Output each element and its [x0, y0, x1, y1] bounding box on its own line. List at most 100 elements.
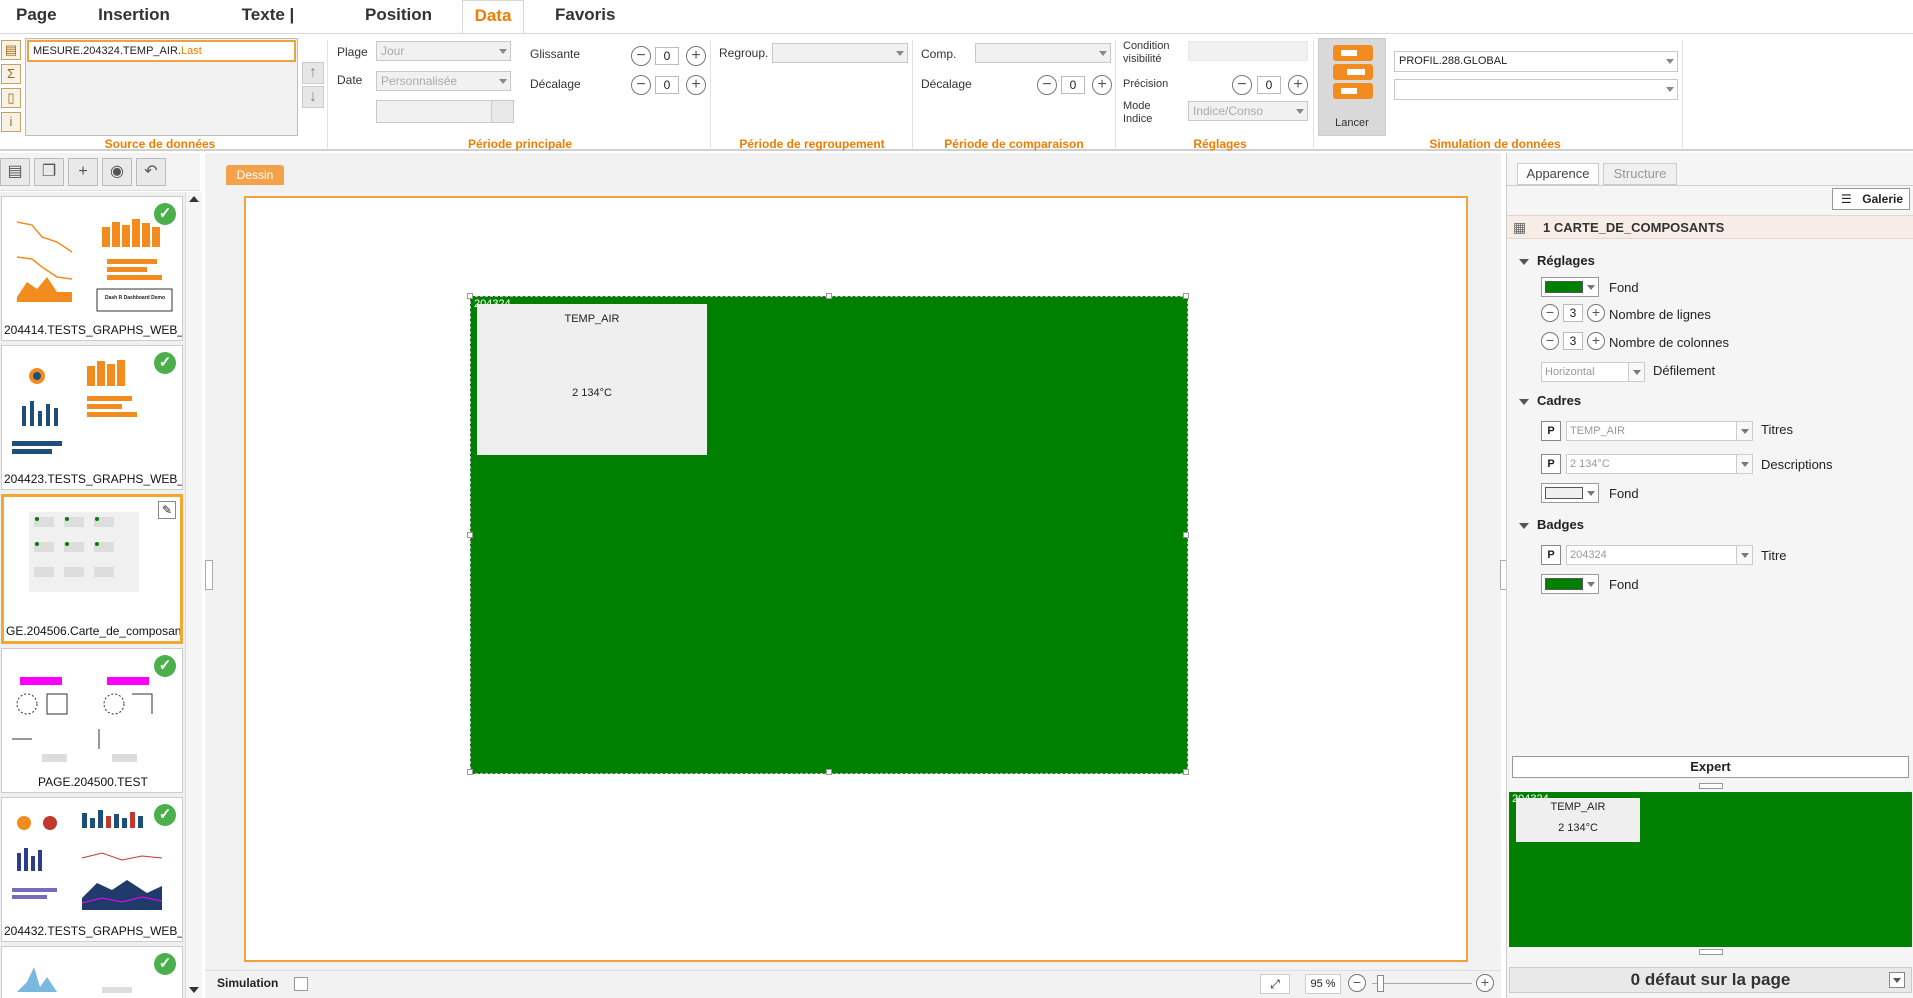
pages-toolbar: ▤ ❐ + ◉ ↶ [0, 153, 200, 191]
glissante-value[interactable]: 0 [655, 47, 679, 65]
resize-handle[interactable] [1183, 769, 1189, 775]
scroll-down-icon[interactable] [189, 987, 199, 993]
expert-button[interactable]: Expert [1512, 756, 1909, 778]
defects-footer[interactable]: 0 défaut sur la page [1509, 967, 1912, 993]
cadres-fond-color-picker[interactable] [1541, 483, 1599, 503]
badges-fond-color-picker[interactable] [1541, 574, 1599, 594]
left-panel-splitter[interactable] [205, 560, 213, 590]
tab-texte-format[interactable]: Texte | Format [203, 0, 333, 54]
carte-de-composants[interactable]: 204324 TEMP_AIR 2 134°C [467, 293, 1189, 775]
parameter-button[interactable]: P [1541, 421, 1561, 441]
tab-insertion[interactable]: Insertion [88, 0, 180, 33]
component-card[interactable]: TEMP_AIR 2 134°C [477, 304, 707, 455]
plage-value: Jour [381, 44, 405, 58]
plus-icon[interactable]: + [1288, 75, 1308, 95]
gallery-button[interactable]: ☰ Galerie [1832, 188, 1910, 210]
arrow-up-icon[interactable]: ↑ [302, 62, 324, 84]
minus-icon[interactable]: − [1541, 332, 1559, 350]
resize-handle[interactable] [467, 769, 473, 775]
colonnes-value[interactable]: 3 [1563, 332, 1583, 350]
lignes-value[interactable]: 3 [1563, 304, 1583, 322]
page-thumbnail[interactable]: Dash R Dashboard Demo ✓ 204414.TESTS_GRA… [1, 196, 183, 341]
page-thumbnail[interactable]: ✎ GE.204506.Carte_de_composan [1, 494, 183, 644]
plus-icon[interactable]: + [1092, 75, 1112, 95]
tab-dessin[interactable]: Dessin [226, 165, 284, 185]
regroup-select[interactable] [772, 43, 908, 63]
group-separator [327, 40, 328, 150]
comp-select[interactable] [975, 43, 1111, 63]
page-thumbnail[interactable]: ✓ 204432.TESTS_GRAPHS_WEB_PA [1, 797, 183, 942]
plus-icon[interactable]: + [1587, 304, 1605, 322]
resize-handle[interactable] [467, 293, 473, 299]
source-list[interactable]: MESURE.204324.TEMP_AIR.Last [25, 38, 298, 136]
launch-button[interactable]: Lancer [1318, 38, 1386, 136]
minus-icon[interactable]: − [1037, 75, 1057, 95]
section-reglages[interactable]: Réglages [1519, 253, 1595, 268]
resize-handle[interactable] [826, 769, 832, 775]
plus-icon[interactable]: + [686, 75, 706, 95]
edit-icon[interactable]: ✎ [158, 501, 176, 519]
minus-icon[interactable]: − [631, 75, 651, 95]
zoom-slider-thumb[interactable] [1377, 975, 1384, 992]
plus-icon[interactable]: + [1587, 332, 1605, 350]
zoom-slider-track[interactable] [1372, 983, 1472, 984]
document-icon[interactable]: ▯ [1, 88, 21, 108]
parameter-button[interactable]: P [1541, 545, 1561, 565]
tab-structure[interactable]: Structure [1603, 163, 1677, 185]
plus-icon[interactable]: + [686, 46, 706, 66]
resize-handle[interactable] [1183, 293, 1189, 299]
condition-input[interactable] [1188, 41, 1308, 61]
add-icon[interactable]: + [68, 158, 98, 186]
resize-handle[interactable] [826, 293, 832, 299]
minus-icon[interactable]: − [631, 46, 651, 66]
page-thumbnail[interactable]: ✓ PAGE.204500.TEST [1, 648, 183, 793]
descriptions-input[interactable]: 2 134°C [1566, 454, 1753, 474]
scroll-up-icon[interactable] [189, 196, 199, 202]
date-select[interactable]: Personnalisée [376, 71, 511, 91]
parameter-button[interactable]: P [1541, 454, 1561, 474]
arrow-down-icon[interactable]: ↓ [302, 86, 324, 108]
info-icon[interactable]: i [1, 112, 21, 132]
resize-handle[interactable] [467, 532, 473, 538]
comp-decalage-value[interactable]: 0 [1061, 76, 1085, 94]
section-badges[interactable]: Badges [1519, 517, 1584, 532]
zoom-in-icon[interactable]: + [1476, 974, 1494, 992]
undo-icon[interactable]: ↶ [136, 158, 166, 186]
sigma-icon[interactable]: Σ [1, 64, 21, 84]
page-thumbnail[interactable]: ✓ 204423.TESTS_GRAPHS_WEB_PA [1, 345, 183, 490]
simulation-checkbox[interactable] [294, 977, 308, 991]
globe-icon[interactable]: ◉ [102, 158, 132, 186]
mode-select[interactable]: Indice/Conso [1188, 101, 1308, 121]
decalage-value[interactable]: 0 [655, 76, 679, 94]
tab-apparence[interactable]: Apparence [1517, 163, 1599, 185]
profile-select[interactable]: PROFIL.288.GLOBAL [1394, 51, 1678, 72]
profile2-select[interactable] [1394, 79, 1678, 100]
resize-handle[interactable] [1183, 532, 1189, 538]
titres-input[interactable]: TEMP_AIR [1566, 421, 1753, 441]
minus-icon[interactable]: − [1541, 304, 1559, 322]
preview-resize-handle[interactable] [1699, 949, 1723, 955]
minus-icon[interactable]: − [1232, 75, 1252, 95]
defilement-select[interactable]: Horizontal [1541, 362, 1645, 382]
plage-select[interactable]: Jour [376, 41, 511, 61]
fond-color-picker[interactable] [1541, 277, 1599, 297]
precision-value[interactable]: 0 [1257, 76, 1281, 94]
tab-page[interactable]: Page [6, 0, 66, 33]
source-item[interactable]: MESURE.204324.TEMP_AIR.Last [27, 40, 296, 62]
check-icon: ✓ [154, 352, 176, 374]
folder-icon[interactable]: ▤ [1, 40, 21, 60]
section-cadres[interactable]: Cadres [1519, 393, 1581, 408]
tab-data[interactable]: Data [462, 0, 524, 34]
duplicate-icon[interactable]: ❐ [34, 158, 64, 186]
tab-position[interactable]: Position [355, 0, 440, 33]
page-thumbnail[interactable]: ✓ [1, 946, 183, 998]
chevron-down-icon[interactable] [1889, 972, 1905, 988]
preview-resize-handle[interactable] [1699, 783, 1723, 789]
zoom-out-icon[interactable]: − [1348, 974, 1366, 992]
open-page-icon[interactable]: ▤ [0, 158, 30, 186]
thumbnails-scrollbar[interactable] [185, 192, 202, 998]
fit-screen-icon[interactable]: ⤢ [1260, 974, 1290, 994]
badge-titre-input[interactable]: 204324 [1566, 545, 1753, 565]
tab-favoris[interactable]: Favoris [545, 0, 619, 33]
date-range-input[interactable] [376, 100, 514, 123]
